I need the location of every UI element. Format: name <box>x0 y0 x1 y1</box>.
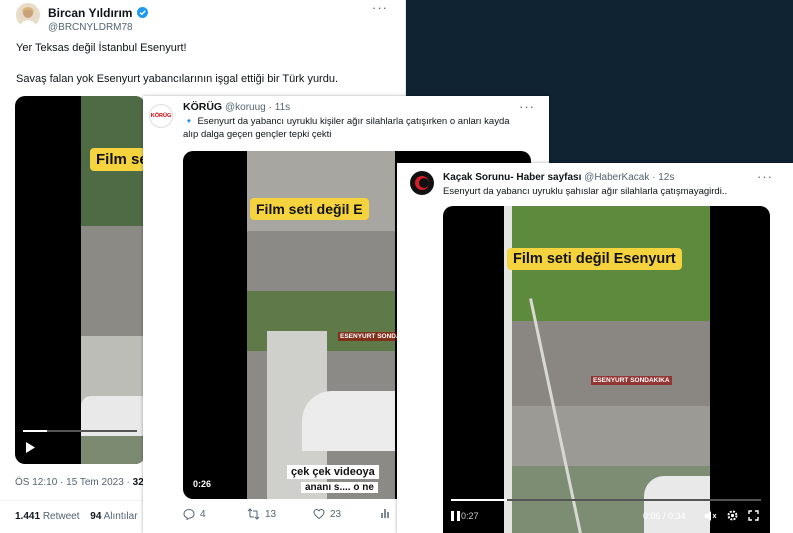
avatar[interactable] <box>410 171 434 195</box>
author-handle[interactable]: @HaberKacak <box>584 172 649 183</box>
tweet-timestamp: ÖS 12:10 · 15 Tem 2023 · 321, <box>15 477 152 488</box>
reply-button[interactable]: 4 <box>183 508 206 520</box>
author-name[interactable]: KÖRÜG <box>183 101 222 113</box>
more-icon[interactable]: ··· <box>519 99 535 114</box>
tweet-card-kacak: Kaçak Sorunu- Haber sayfası @HaberKacak … <box>397 163 793 533</box>
video-caption: çek çek videoya <box>287 465 379 479</box>
video-banner: Film seti değil Esenyurt <box>507 248 682 270</box>
video-elapsed: 0:27 <box>461 511 479 521</box>
author-name[interactable]: Bircan Yıldırım <box>48 6 132 20</box>
video-player[interactable]: Film seti değil Esenyurt ESENYURT SONDAK… <box>443 206 770 533</box>
author-handle[interactable]: @BRCNYLDRM78 <box>48 22 148 33</box>
author-block: Kaçak Sorunu- Haber sayfası @HaberKacak … <box>443 172 674 183</box>
tweet-stats: 1.441 Retweet 94 Alıntılar <box>15 511 138 522</box>
views-icon <box>381 509 389 518</box>
settings-icon[interactable] <box>727 510 738 523</box>
tweet-text-line1: Yer Teksas değil İstanbul Esenyurt! <box>16 42 187 54</box>
pause-icon[interactable] <box>451 511 460 523</box>
tweet-text: Esenyurt da yabancı uyruklu şahıslar ağı… <box>443 186 728 197</box>
author-name[interactable]: Kaçak Sorunu- Haber sayfası <box>443 172 581 183</box>
fullscreen-icon[interactable] <box>748 510 759 523</box>
more-icon[interactable]: ··· <box>372 0 388 15</box>
video-banner: Film seti değil E <box>250 198 369 220</box>
retweet-button[interactable]: 13 <box>247 508 276 520</box>
more-icon[interactable]: ··· <box>757 169 773 184</box>
video-duration: 0:26 <box>193 479 212 489</box>
heart-icon <box>313 508 325 520</box>
avatar[interactable] <box>16 3 40 27</box>
retweet-icon <box>247 508 260 520</box>
tweet-text-line2: Savaş falan yok Esenyurt yabancılarının … <box>16 73 339 85</box>
avatar[interactable]: KÖRÜG <box>149 104 173 128</box>
play-icon[interactable] <box>25 442 35 455</box>
channel-logo: ESENYURT SONDAKIKA <box>591 376 672 385</box>
video-player[interactable]: Film se <box>15 96 145 464</box>
author-block: KÖRÜG @koruug · 11s <box>183 101 290 113</box>
tweet-time[interactable]: · 12s <box>652 172 674 183</box>
like-button[interactable]: 23 <box>313 508 341 520</box>
like-count: 23 <box>330 508 342 520</box>
quote-count[interactable]: 94 <box>90 511 101 522</box>
verified-icon <box>136 4 148 21</box>
retweet-count[interactable]: 1.441 <box>15 511 40 522</box>
tweet-text: 🔹 Esenyurt da yabancı uyruklu kişiler ağ… <box>183 116 510 140</box>
retweet-count: 13 <box>265 508 277 520</box>
volume-icon[interactable] <box>705 511 717 523</box>
video-caption-2: ananı s.... o ne <box>301 482 378 493</box>
reply-icon <box>183 508 195 520</box>
views-button[interactable] <box>381 508 391 519</box>
tweet-time[interactable]: · 11s <box>269 102 291 113</box>
author-handle[interactable]: @koruug <box>225 102 266 113</box>
author-block: Bircan Yıldırım @BRCNYLDRM78 <box>48 4 148 33</box>
video-banner: Film se <box>90 148 145 171</box>
video-progress: 0:06 / 0:34 <box>643 511 686 521</box>
reply-count: 4 <box>200 508 206 520</box>
